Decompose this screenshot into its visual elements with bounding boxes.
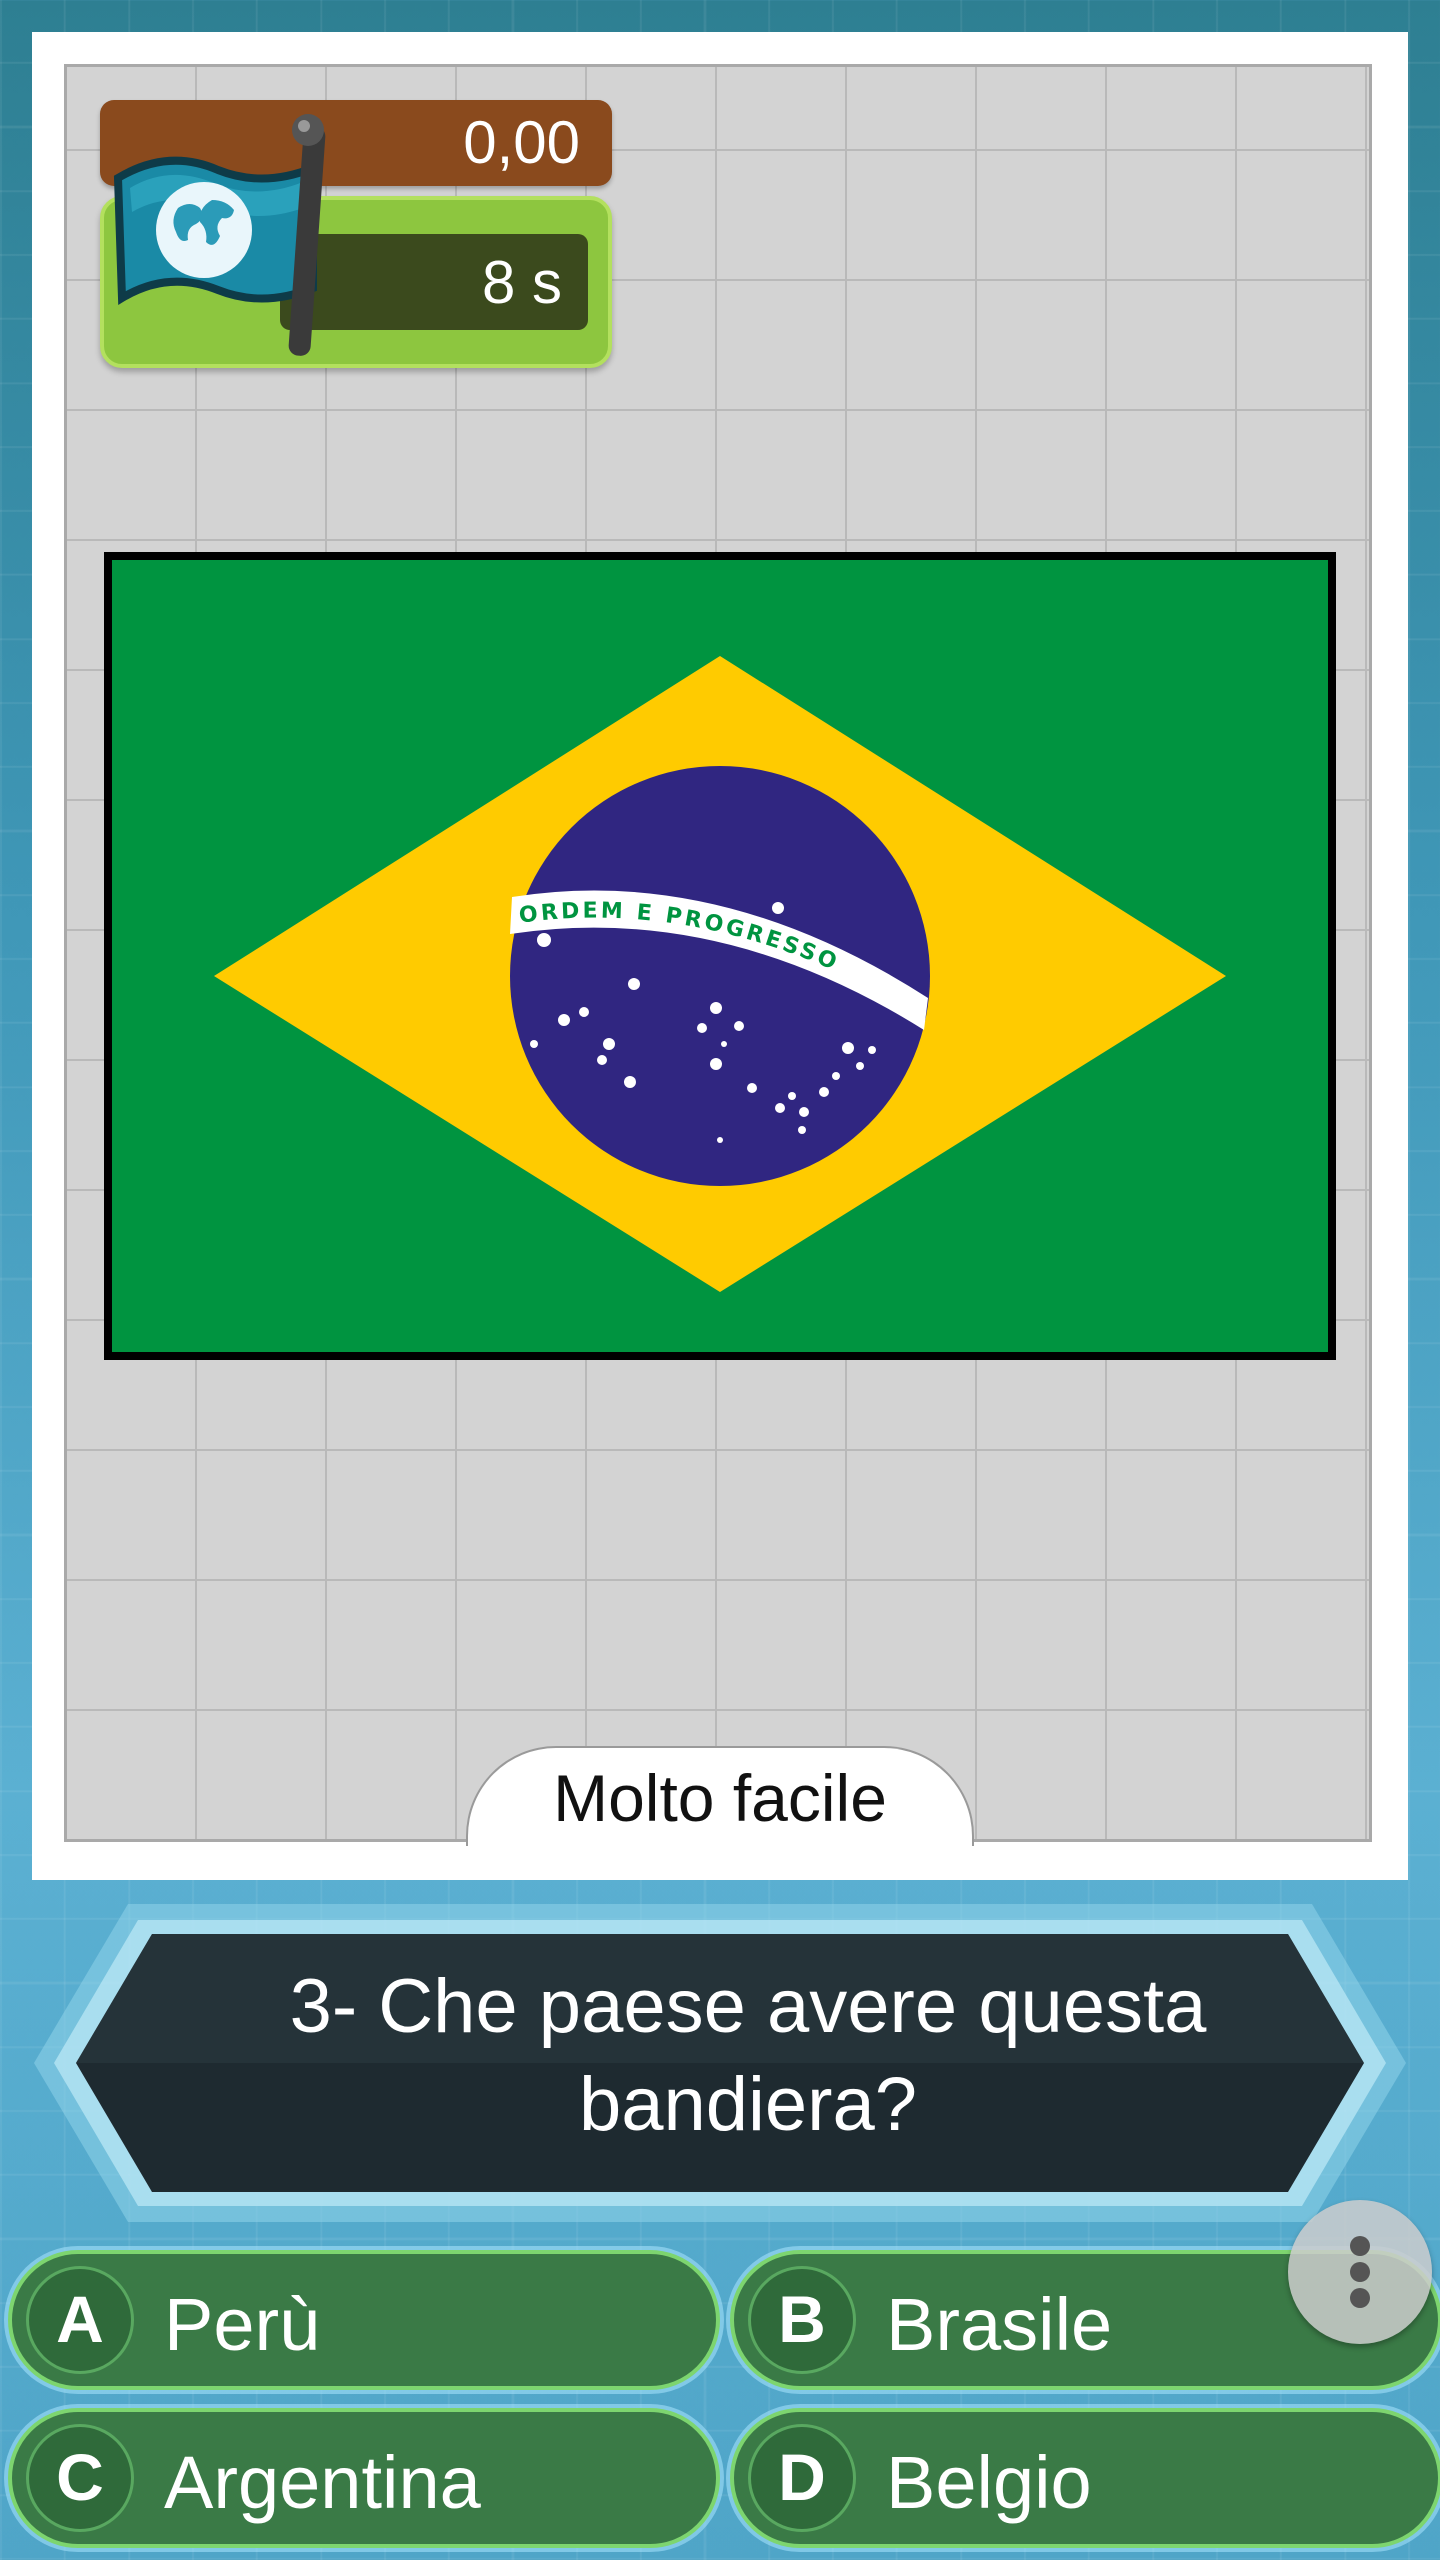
- answer-c-letter: C: [26, 2424, 134, 2532]
- answer-a-label: Perù: [164, 2283, 321, 2366]
- question-text: 3- Che paese avere questa bandiera?: [289, 1964, 1207, 2147]
- answer-b-letter: B: [748, 2266, 856, 2374]
- difficulty-label: Molto facile: [553, 1761, 887, 1835]
- answer-d-label: Belgio: [886, 2441, 1092, 2524]
- score-value: 0,00: [463, 109, 580, 176]
- difficulty-tab: Molto facile: [466, 1746, 974, 1846]
- timer-value: 8 s: [481, 249, 562, 316]
- flag-image: ORDEM E PROGRESSO: [104, 552, 1336, 1360]
- answer-b-label: Brasile: [886, 2283, 1113, 2366]
- answer-d-letter: D: [748, 2424, 856, 2532]
- answer-c-button[interactable]: C Argentina: [8, 2408, 720, 2548]
- more-vertical-icon[interactable]: [1288, 2200, 1432, 2344]
- answer-a-letter: A: [26, 2266, 134, 2374]
- globe-flag-icon: [113, 114, 326, 356]
- answer-d-button[interactable]: D Belgio: [730, 2408, 1440, 2548]
- question-banner: 3- Che paese avere questa bandiera?: [28, 1898, 1412, 2228]
- answer-c-label: Argentina: [164, 2441, 481, 2524]
- answer-a-button[interactable]: A Perù: [8, 2250, 720, 2390]
